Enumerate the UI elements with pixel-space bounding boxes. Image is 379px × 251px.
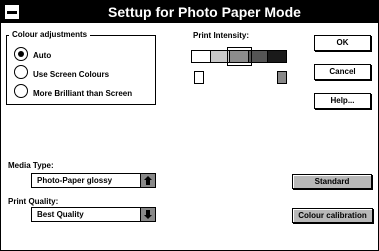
radio-auto-label[interactable]: Auto: [33, 51, 51, 60]
colour-calibration-button[interactable]: Colour calibration: [292, 208, 373, 223]
ok-button[interactable]: OK: [314, 35, 371, 51]
radio-selected-dot: [18, 51, 24, 57]
print-intensity-label: Print Intensity:: [193, 31, 250, 40]
intensity-selector[interactable]: [227, 47, 252, 66]
arrow-up-icon[interactable]: [140, 174, 155, 187]
print-quality-label: Print Quality:: [8, 197, 59, 206]
standard-button[interactable]: Standard: [292, 174, 372, 189]
print-quality-dropdown[interactable]: Best Quality: [31, 207, 156, 222]
radio-use-screen-colours[interactable]: [14, 65, 28, 79]
radio-use-screen-colours-label[interactable]: Use Screen Colours: [33, 70, 109, 79]
colour-adjustments-label: Colour adjustments: [9, 30, 91, 39]
dark-intensity-indicator: [277, 71, 287, 84]
help-button[interactable]: Help...: [314, 93, 371, 109]
light-intensity-indicator: [194, 71, 204, 84]
intensity-swatch[interactable]: [191, 50, 211, 63]
window-title: Settup for Photo Paper Mode: [108, 4, 301, 20]
title-bar: Settup for Photo Paper Mode: [1, 1, 378, 23]
system-menu-icon[interactable]: [4, 4, 20, 20]
radio-more-brilliant[interactable]: [14, 84, 28, 98]
radio-more-brilliant-label[interactable]: More Brilliant than Screen: [33, 89, 132, 98]
intensity-swatch[interactable]: [267, 50, 287, 63]
radio-auto[interactable]: [14, 47, 28, 61]
dialog-window: Settup for Photo Paper Mode Colour adjus…: [0, 0, 379, 251]
print-quality-value: Best Quality: [37, 210, 84, 219]
media-type-dropdown[interactable]: Photo-Paper glossy: [31, 173, 156, 188]
cancel-button[interactable]: Cancel: [314, 64, 371, 80]
media-type-label: Media Type:: [8, 161, 54, 170]
media-type-value: Photo-Paper glossy: [37, 176, 113, 185]
arrow-down-icon[interactable]: [140, 208, 155, 221]
